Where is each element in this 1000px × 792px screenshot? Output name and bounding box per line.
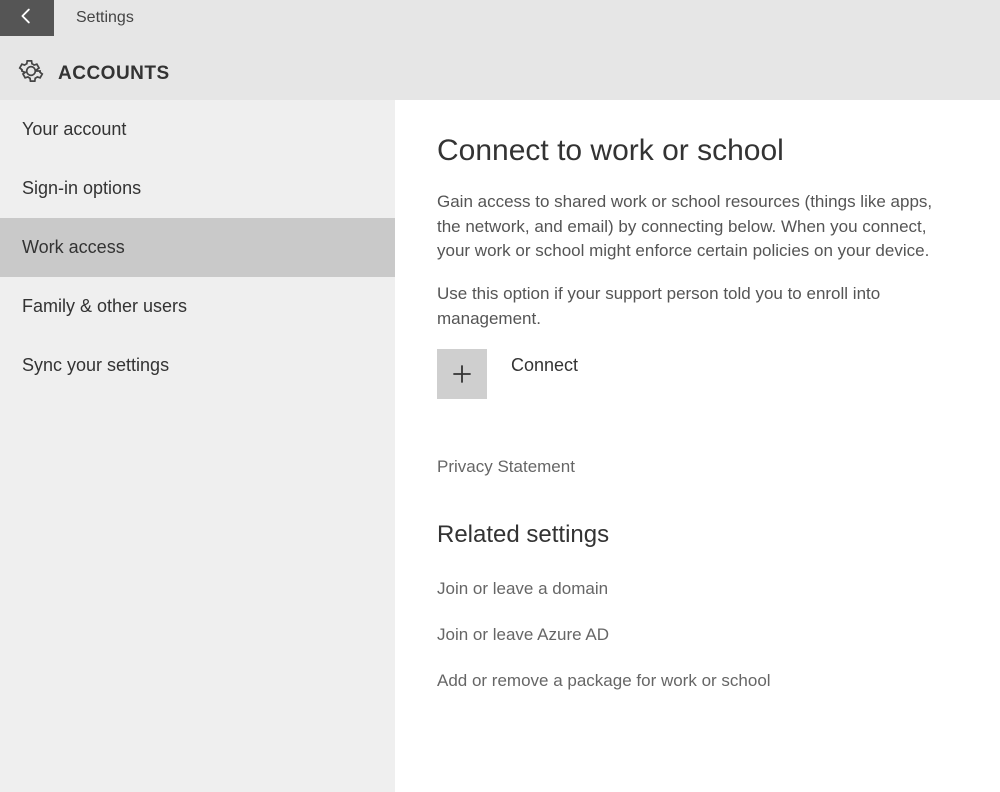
related-link-domain[interactable]: Join or leave a domain <box>437 579 978 599</box>
sidebar: Your account Sign-in options Work access… <box>0 100 395 792</box>
category-label: ACCOUNTS <box>58 63 170 85</box>
description-paragraph-1: Gain access to shared work or school res… <box>437 190 957 264</box>
related-settings-heading: Related settings <box>437 521 978 549</box>
sidebar-item-sync-settings[interactable]: Sync your settings <box>0 336 395 395</box>
sidebar-item-label: Family & other users <box>22 296 187 316</box>
sidebar-item-label: Work access <box>22 237 125 257</box>
sidebar-item-signin-options[interactable]: Sign-in options <box>0 159 395 218</box>
back-button[interactable] <box>0 0 54 36</box>
category-row: ACCOUNTS <box>0 58 1000 89</box>
sidebar-item-label: Your account <box>22 119 126 139</box>
main-panel: Connect to work or school Gain access to… <box>395 100 1000 792</box>
sidebar-item-family-users[interactable]: Family & other users <box>0 277 395 336</box>
connect-button[interactable]: Connect <box>437 349 578 399</box>
gear-icon <box>18 58 44 89</box>
sidebar-item-label: Sync your settings <box>22 355 169 375</box>
header-bar: Settings ACCOUNTS <box>0 0 1000 100</box>
sidebar-item-label: Sign-in options <box>22 178 141 198</box>
privacy-statement-link[interactable]: Privacy Statement <box>437 457 978 477</box>
sidebar-item-work-access[interactable]: Work access <box>0 218 395 277</box>
connect-label: Connect <box>511 355 578 376</box>
page-heading: Connect to work or school <box>437 134 978 168</box>
sidebar-item-your-account[interactable]: Your account <box>0 100 395 159</box>
body-wrap: Your account Sign-in options Work access… <box>0 100 1000 792</box>
header-top-row: Settings <box>0 0 1000 36</box>
plus-icon <box>437 349 487 399</box>
back-arrow-icon <box>16 5 38 32</box>
app-title: Settings <box>76 9 134 27</box>
description-paragraph-2: Use this option if your support person t… <box>437 282 957 331</box>
related-link-azure-ad[interactable]: Join or leave Azure AD <box>437 625 978 645</box>
related-link-package[interactable]: Add or remove a package for work or scho… <box>437 671 978 691</box>
